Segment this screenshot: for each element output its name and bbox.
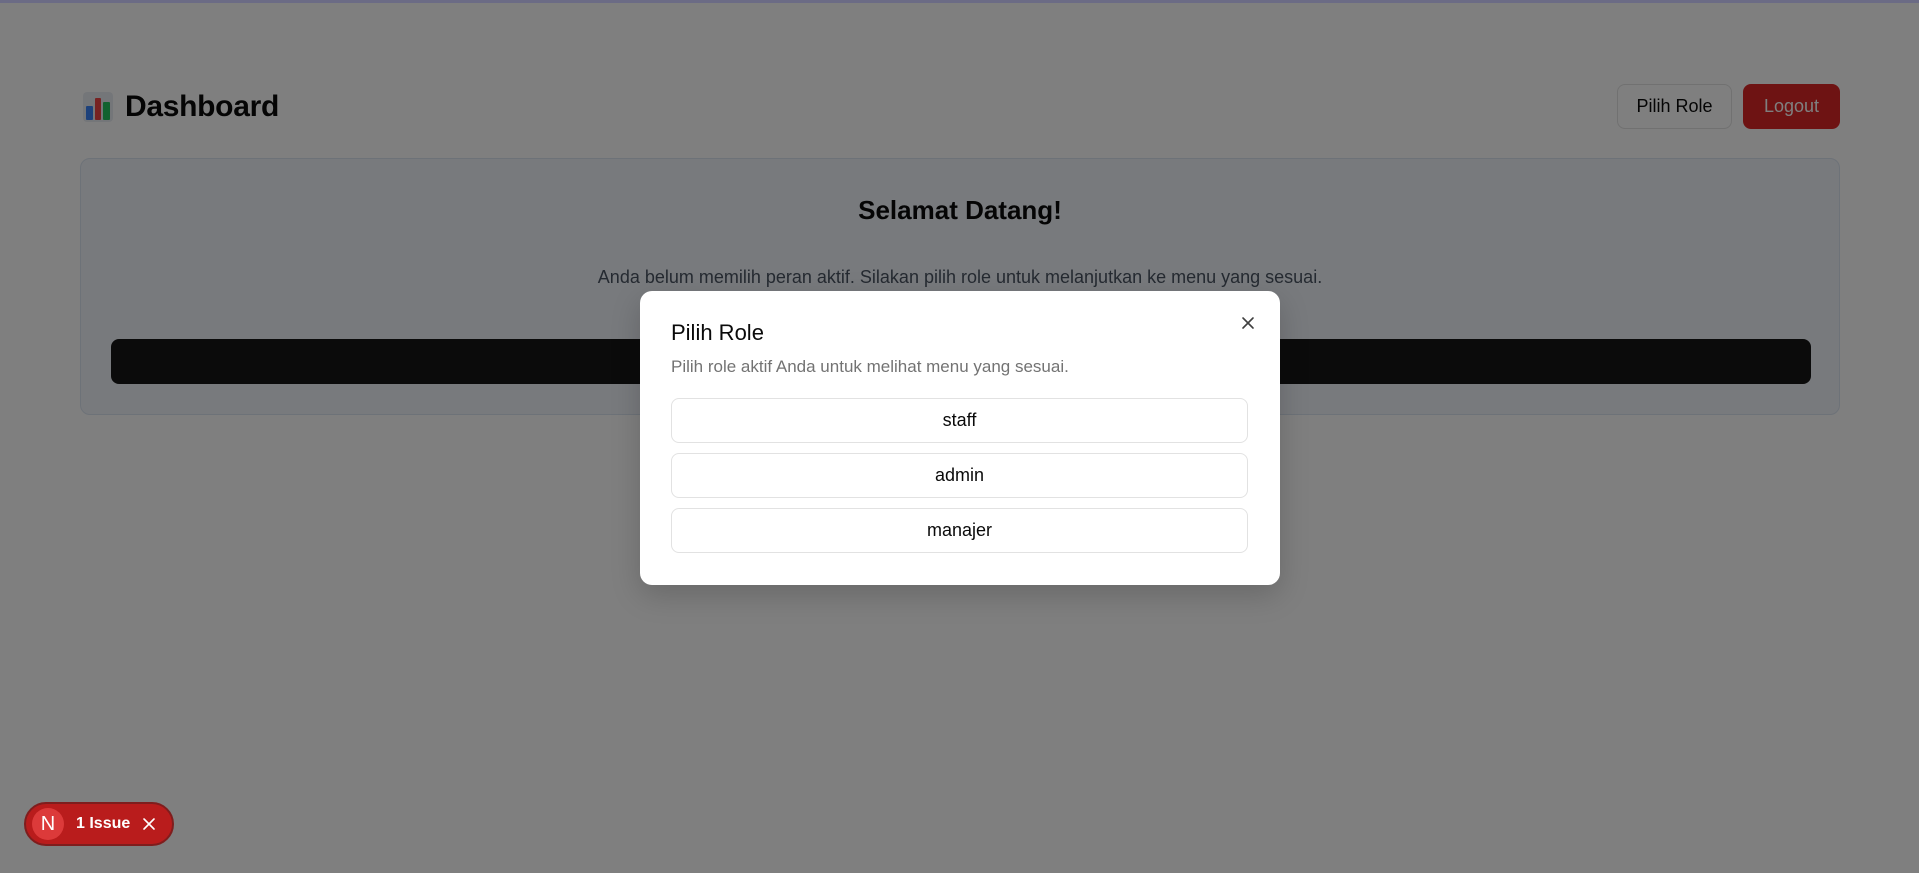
role-dialog: Pilih Role Pilih role aktif Anda untuk m… xyxy=(640,291,1280,585)
role-list: staff admin manajer xyxy=(671,398,1248,563)
dialog-title: Pilih Role xyxy=(671,320,764,345)
issues-badge[interactable]: N 1 Issue xyxy=(24,802,174,846)
close-icon[interactable] xyxy=(140,815,158,833)
issue-count: 1 Issue xyxy=(76,815,131,832)
role-option-admin[interactable]: admin xyxy=(671,453,1248,498)
role-option-manajer[interactable]: manajer xyxy=(671,508,1248,553)
top-border xyxy=(0,0,1919,3)
nextjs-logo-icon: N xyxy=(32,808,64,840)
dialog-description: Pilih role aktif Anda untuk melihat menu… xyxy=(671,357,1069,376)
role-option-staff[interactable]: staff xyxy=(671,398,1248,443)
close-icon[interactable] xyxy=(1236,311,1260,335)
